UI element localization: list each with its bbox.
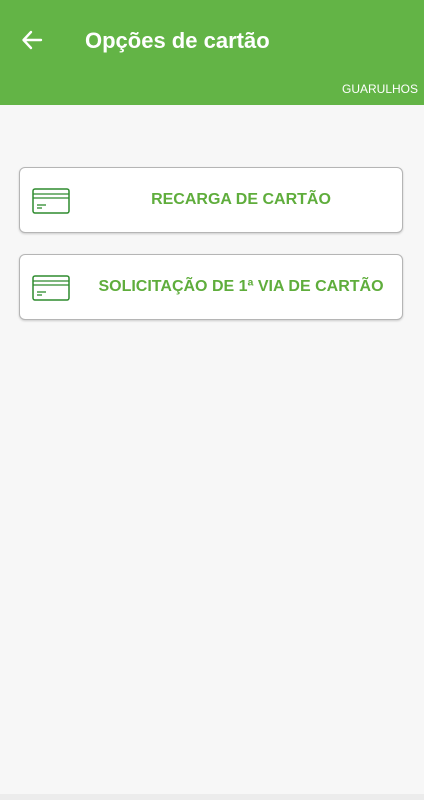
request-card-button[interactable]: SOLICITAÇÃO DE 1ª VIA DE CARTÃO [19, 254, 403, 320]
recharge-card-label: RECARGA DE CARTÃO [151, 191, 331, 208]
bottom-divider [0, 794, 424, 800]
app-bar: Opções de cartão GUARULHOS [0, 0, 424, 105]
request-card-label: SOLICITAÇÃO DE 1ª VIA DE CARTÃO [98, 278, 384, 295]
recharge-card-button[interactable]: RECARGA DE CARTÃO [19, 167, 403, 233]
back-button[interactable] [14, 22, 50, 58]
credit-card-icon [32, 275, 70, 301]
page-title: Opções de cartão [85, 28, 270, 53]
city-label: GUARULHOS [341, 82, 418, 96]
app-screen: Opções de cartão GUARULHOS RECARGA DE CA… [0, 0, 424, 800]
arrow-left-icon [22, 30, 43, 50]
credit-card-icon [32, 188, 70, 214]
